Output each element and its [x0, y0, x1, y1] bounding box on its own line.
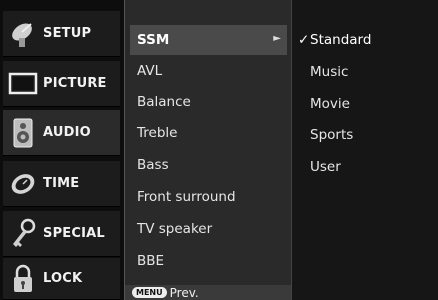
- speaker-icon: [3, 114, 43, 152]
- audio-submenu: SSM ► AVL Balance Treble Bass Front surr…: [124, 0, 292, 300]
- tab-label: PICTURE: [43, 76, 107, 91]
- menu-item-label: SSM: [137, 32, 170, 48]
- menu-item-label: Balance: [137, 94, 191, 110]
- tab-audio[interactable]: AUDIO: [3, 110, 120, 156]
- tab-label: AUDIO: [43, 125, 91, 140]
- check-icon: ✓: [298, 32, 310, 48]
- menu-item-balance[interactable]: Balance: [130, 87, 287, 117]
- menu-item-label: Front surround: [137, 189, 236, 205]
- tab-label: TIME: [43, 176, 80, 191]
- menu-item-front-surround[interactable]: Front surround: [130, 182, 287, 212]
- option-sports[interactable]: Sports: [298, 122, 353, 148]
- option-movie[interactable]: Movie: [298, 91, 350, 117]
- submenu-arrow-icon: ►: [273, 33, 281, 44]
- tab-special[interactable]: SPECIAL: [3, 211, 120, 257]
- option-standard[interactable]: ✓ Standard: [298, 27, 371, 53]
- menu-item-label: BBE: [137, 253, 165, 269]
- menu-item-tv-speaker[interactable]: TV speaker: [130, 214, 287, 244]
- menu-key-icon: MENU: [132, 287, 167, 298]
- tab-label: SETUP: [43, 26, 92, 41]
- menu-item-treble[interactable]: Treble: [130, 118, 287, 148]
- tv-screen-icon: [3, 65, 43, 103]
- tab-label: SPECIAL: [43, 226, 105, 241]
- tab-label: LOCK: [43, 271, 83, 286]
- tab-picture[interactable]: PICTURE: [3, 61, 120, 107]
- menu-item-label: Bass: [137, 157, 169, 173]
- option-label: Movie: [310, 96, 350, 112]
- menu-item-label: TV speaker: [137, 221, 213, 237]
- menu-item-bass[interactable]: Bass: [130, 150, 287, 180]
- category-tabs: SETUP PICTURE AUDIO TIME SPECIAL LOCK: [0, 0, 124, 300]
- option-music[interactable]: Music: [298, 59, 348, 85]
- key-icon: [3, 215, 43, 253]
- menu-item-label: Treble: [137, 125, 178, 141]
- padlock-icon: [3, 260, 43, 298]
- menu-item-ssm[interactable]: SSM ►: [130, 25, 287, 55]
- tab-lock[interactable]: LOCK: [3, 258, 120, 300]
- option-label: Standard: [310, 32, 372, 48]
- clock-icon: [3, 165, 43, 203]
- option-user[interactable]: User: [298, 154, 341, 180]
- footer-label: Prev.: [169, 285, 199, 300]
- tab-setup[interactable]: SETUP: [3, 11, 120, 57]
- menu-item-label: AVL: [137, 63, 163, 79]
- ssm-options: ✓ Standard Music Movie Sports User: [291, 0, 438, 300]
- satellite-dish-icon: [3, 15, 43, 53]
- submenu-header-bar: [125, 0, 292, 25]
- option-label: Sports: [310, 127, 354, 143]
- menu-item-bbe[interactable]: BBE: [130, 246, 287, 276]
- option-label: Music: [310, 64, 349, 80]
- footer-hint: MENU Prev.: [125, 285, 292, 300]
- tab-time[interactable]: TIME: [3, 161, 120, 207]
- option-label: User: [310, 159, 341, 175]
- menu-item-avl[interactable]: AVL: [130, 56, 287, 86]
